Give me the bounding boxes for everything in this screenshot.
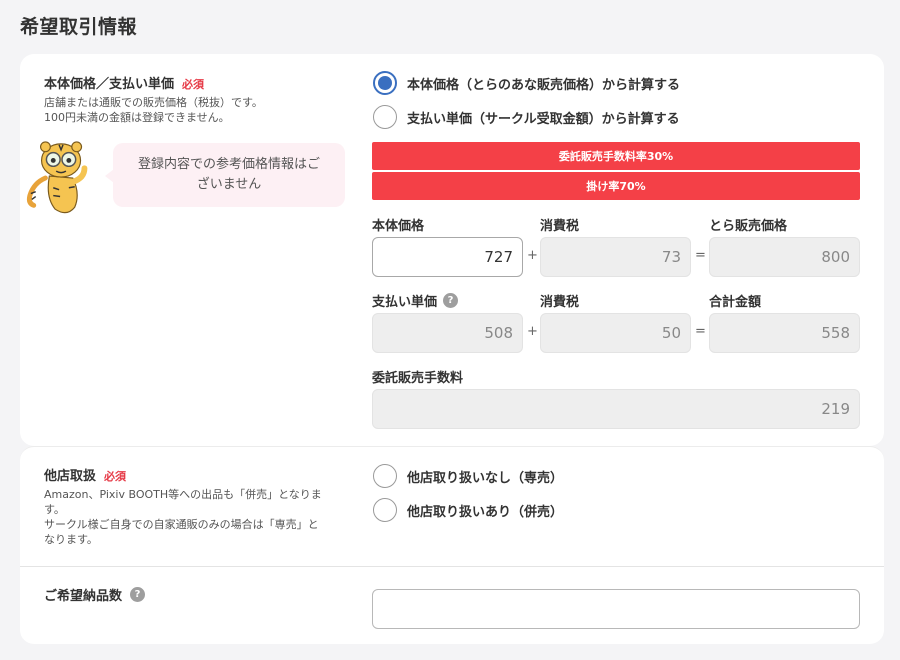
tiger-mascot-icon [26,141,88,214]
radio-button[interactable] [373,498,397,522]
label-tora-price: とら販売価格 [709,219,788,234]
description-line: 店舗または通販での販売価格（税抜）です。 [44,96,263,109]
price-section-title-text: 本体価格／支払い単価 [44,77,175,92]
description-line: Amazon、Pixiv BOOTH等への出品も「併売」となりま [44,488,322,501]
radio-button-checked[interactable] [373,71,397,95]
delivery-title: ご希望納品数 ? [44,585,146,604]
radio-label: 支払い単価（サークル受取金額）から計算する [407,111,680,127]
label-total-amount: 合計金額 [709,295,762,310]
help-icon[interactable]: ? [443,293,459,308]
description-line: 100円未満の金額は登録できません。 [44,111,230,124]
page-title: 希望取引情報 [20,16,138,38]
equals-operator: = [695,248,706,263]
label-payment-price: 支払い単価 ? [372,291,459,310]
radio-label: 他店取り扱いあり（併売） [407,504,564,520]
tora-price-field: 800 [709,237,860,277]
equals-operator: = [695,324,706,339]
radio-option-exclusive[interactable]: 他店取り扱いなし（専売） [373,464,563,488]
radio-button[interactable] [373,105,397,129]
reference-price-bubble: 登録内容での参考価格情報はご ざいません [105,143,345,207]
required-badge: 必須 [182,78,205,91]
other-store-title-text: 他店取扱 [44,469,97,484]
delivery-quantity-input[interactable] [372,589,860,629]
description-line: す。 [44,503,65,516]
radio-label: 本体価格（とらのあな販売価格）から計算する [407,77,681,93]
radio-label: 他店取り扱いなし（専売） [407,470,564,486]
label-tax: 消費税 [540,295,580,310]
tax-field: 50 [540,313,691,353]
radio-option-payment-price[interactable]: 支払い単価（サークル受取金額）から計算する [373,105,680,129]
description-line: サークル様ご自身での自家通販のみの場合は「専売」と [44,518,319,531]
section-divider [20,566,884,567]
radio-option-base-price[interactable]: 本体価格（とらのあな販売価格）から計算する [373,71,680,95]
tax-field: 73 [540,237,691,277]
price-section-title: 本体価格／支払い単価 必須 [44,73,204,92]
plus-operator: + [527,248,538,263]
bubble-line: ざいません [196,177,262,192]
other-store-title: 他店取扱 必須 [44,465,126,484]
kake-rate-bar: 掛け率70% [372,172,860,200]
label-commission: 委託販売手数料 [372,371,464,386]
radio-button[interactable] [373,464,397,488]
commission-field: 219 [372,389,860,429]
base-price-input[interactable]: 727 [372,237,523,277]
plus-operator: + [527,324,538,339]
label-payment-price-text: 支払い単価 [372,295,438,310]
description-line: なります。 [44,533,98,546]
commission-rate-bar: 委託販売手数料率30% [372,142,860,170]
payment-price-field: 508 [372,313,523,353]
bubble-line: 登録内容での参考価格情報はご [137,157,320,172]
other-store-card: 他店取扱 必須 Amazon、Pixiv BOOTH等への出品も「併売」となりま … [20,446,884,644]
label-base-price: 本体価格 [372,219,425,234]
radio-dot [378,76,392,90]
total-amount-field: 558 [709,313,860,353]
other-store-description: Amazon、Pixiv BOOTH等への出品も「併売」となりま す。 サークル… [44,487,322,547]
delivery-title-text: ご希望納品数 [44,589,123,604]
required-badge: 必須 [104,470,127,483]
radio-option-concurrent[interactable]: 他店取り扱いあり（併売） [373,498,563,522]
price-card: 本体価格／支払い単価 必須 店舗または通販での販売価格（税抜）です。 100円未満… [20,54,884,446]
help-icon[interactable]: ? [130,587,146,602]
price-section-description: 店舗または通販での販売価格（税抜）です。 100円未満の金額は登録できません。 [44,95,263,125]
label-tax: 消費税 [540,219,580,234]
